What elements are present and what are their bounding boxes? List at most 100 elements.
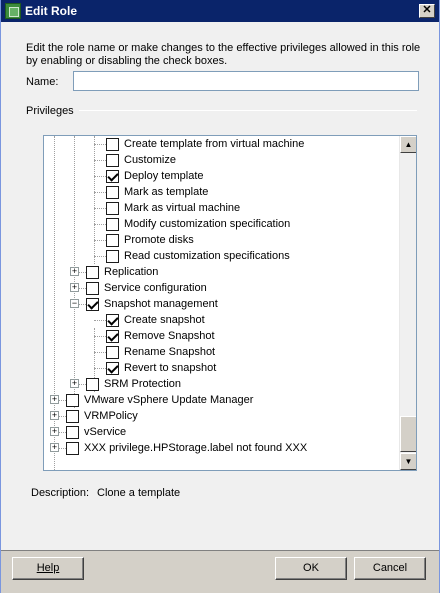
- checkbox[interactable]: [106, 345, 119, 359]
- tree-item[interactable]: Create template from virtual machine: [106, 136, 304, 152]
- tree-item-label: Replication: [104, 266, 159, 278]
- checkbox[interactable]: [106, 185, 119, 199]
- expand-icon[interactable]: +: [70, 267, 79, 276]
- close-button[interactable]: ✕: [419, 4, 435, 18]
- tree-item-label: VRMPolicy: [84, 410, 138, 422]
- expand-icon[interactable]: +: [70, 283, 79, 292]
- checkbox[interactable]: [106, 233, 119, 247]
- checkbox[interactable]: [66, 393, 79, 407]
- tree-branch-line: [94, 192, 106, 193]
- checkbox[interactable]: [86, 377, 99, 391]
- tree-item-label: Create snapshot: [124, 314, 205, 326]
- checkbox[interactable]: [106, 201, 119, 215]
- tree-item[interactable]: Read customization specifications: [106, 248, 290, 264]
- tree-item-label: VMware vSphere Update Manager: [84, 394, 254, 406]
- checkbox[interactable]: [106, 137, 119, 151]
- tree-item-label: SRM Protection: [104, 378, 182, 390]
- tree-item-label: vService: [84, 426, 127, 438]
- tree-item-label: XXX privilege.HPStorage.label not found …: [84, 442, 308, 454]
- scroll-thumb[interactable]: [400, 416, 416, 452]
- tree-item-label: Modify customization specification: [124, 218, 291, 230]
- edit-role-dialog: Edit Role ✕ Edit the role name or make c…: [0, 0, 440, 593]
- checkbox[interactable]: [66, 409, 79, 423]
- tree-item-label: Mark as virtual machine: [124, 202, 241, 214]
- checkbox[interactable]: [106, 153, 119, 167]
- scroll-down-button[interactable]: ▼: [400, 453, 416, 470]
- tree-branch-line: [94, 320, 106, 321]
- tree-item[interactable]: Service configuration: [86, 280, 207, 296]
- tree-item[interactable]: Mark as template: [106, 184, 208, 200]
- checkbox-checked[interactable]: [106, 313, 119, 327]
- tree-item[interactable]: vService: [66, 424, 126, 440]
- name-label: Name:: [26, 76, 59, 88]
- tree-item-label: Remove Snapshot: [124, 330, 215, 342]
- cancel-button[interactable]: Cancel: [354, 557, 426, 580]
- tree-branch-line: [94, 352, 106, 353]
- checkbox[interactable]: [106, 249, 119, 263]
- tree-item[interactable]: Snapshot management: [86, 296, 218, 312]
- title-bar: Edit Role ✕: [1, 0, 439, 22]
- dialog-title: Edit Role: [25, 4, 78, 18]
- tree-branch-line: [94, 368, 106, 369]
- tree-branch-line: [94, 144, 106, 145]
- tree-item[interactable]: Replication: [86, 264, 158, 280]
- tree-item-label: Promote disks: [124, 234, 194, 246]
- checkbox-checked[interactable]: [106, 329, 119, 343]
- ok-button[interactable]: OK: [275, 557, 347, 580]
- tree-branch-line: [94, 208, 106, 209]
- checkbox[interactable]: [106, 217, 119, 231]
- tree-item-label: Create template from virtual machine: [124, 138, 305, 150]
- tree-item[interactable]: Remove Snapshot: [106, 328, 215, 344]
- tree-item[interactable]: SRM Protection: [86, 376, 181, 392]
- checkbox[interactable]: [66, 425, 79, 439]
- tree-branch-line: [94, 224, 106, 225]
- tree-item[interactable]: Rename Snapshot: [106, 344, 215, 360]
- vertical-scrollbar[interactable]: ▲ ▼: [399, 136, 416, 470]
- checkbox[interactable]: [86, 265, 99, 279]
- tree-item[interactable]: VMware vSphere Update Manager: [66, 392, 253, 408]
- expand-icon[interactable]: +: [50, 443, 59, 452]
- description-label: Description:: [31, 487, 90, 499]
- vsphere-app-icon: [5, 3, 21, 19]
- expand-icon[interactable]: +: [50, 411, 59, 420]
- tree-item-label: Read customization specifications: [124, 250, 290, 262]
- tree-item[interactable]: Revert to snapshot: [106, 360, 216, 376]
- tree-branch-line: [94, 160, 106, 161]
- privileges-divider: [79, 110, 417, 111]
- checkbox[interactable]: [86, 281, 99, 295]
- tree-item[interactable]: Customize: [106, 152, 176, 168]
- tree-item[interactable]: XXX privilege.HPStorage.label not found …: [66, 440, 307, 456]
- tree-branch-line: [94, 256, 106, 257]
- checkbox-checked[interactable]: [86, 297, 99, 311]
- help-button[interactable]: Help: [12, 557, 84, 580]
- tree-item[interactable]: Deploy template: [106, 168, 204, 184]
- expand-icon[interactable]: +: [70, 379, 79, 388]
- tree-item[interactable]: Modify customization specification: [106, 216, 290, 232]
- scroll-up-button[interactable]: ▲: [400, 136, 416, 153]
- tree-branch-line: [94, 240, 106, 241]
- button-bar: Help OK Cancel: [1, 552, 439, 593]
- checkbox-checked[interactable]: [106, 361, 119, 375]
- tree-item-label: Snapshot management: [104, 298, 218, 310]
- tree-item[interactable]: Mark as virtual machine: [106, 200, 240, 216]
- checkbox[interactable]: [66, 441, 79, 455]
- name-input[interactable]: [73, 71, 419, 91]
- tree-item[interactable]: Promote disks: [106, 232, 194, 248]
- tree-item[interactable]: VRMPolicy: [66, 408, 138, 424]
- tree-item-label: Rename Snapshot: [124, 346, 216, 358]
- dialog-body: Edit the role name or make changes to th…: [1, 22, 439, 551]
- expand-icon[interactable]: +: [50, 395, 59, 404]
- checkbox-checked[interactable]: [106, 169, 119, 183]
- tree-branch-line: [94, 176, 106, 177]
- privileges-label: Privileges: [26, 105, 74, 117]
- tree-item[interactable]: Create snapshot: [106, 312, 205, 328]
- tree-item-label: Mark as template: [124, 186, 209, 198]
- tree-item-label: Customize: [124, 154, 176, 166]
- tree-items: Create template from virtual machine Cus…: [44, 136, 399, 470]
- expand-icon[interactable]: +: [50, 427, 59, 436]
- tree-item-label: Deploy template: [124, 170, 204, 182]
- privileges-tree[interactable]: Create template from virtual machine Cus…: [43, 135, 417, 471]
- collapse-icon[interactable]: −: [70, 299, 79, 308]
- tree-item-label: Service configuration: [104, 282, 207, 294]
- description-value: Clone a template: [97, 487, 181, 499]
